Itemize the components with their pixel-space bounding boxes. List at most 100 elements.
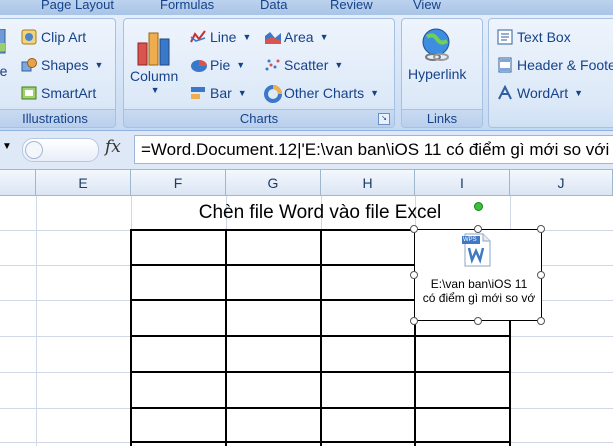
chevron-down-icon: ▼: [319, 32, 329, 42]
column-header-j[interactable]: J: [510, 170, 613, 196]
hyperlink-label: Hyperlink: [408, 66, 467, 82]
text-box-icon: [497, 29, 513, 45]
charts-group-label: Charts: [124, 109, 394, 127]
tab-view[interactable]: View: [413, 0, 441, 12]
column-label: Column: [130, 68, 179, 84]
header-footer-button[interactable]: Header & Footer: [497, 57, 613, 73]
embedded-object-caption: E:\van ban\iOS 11 có điểm gì mới so vớ: [412, 277, 546, 305]
tab-page-layout[interactable]: Page Layout: [41, 0, 114, 12]
text-box-button[interactable]: Text Box: [497, 29, 571, 45]
resize-handle-s[interactable]: [474, 317, 482, 325]
slider-knob[interactable]: [25, 141, 43, 159]
wordart-button[interactable]: WordArt ▼: [497, 84, 584, 101]
text-box-label: Text Box: [517, 29, 571, 45]
shapes-button[interactable]: Shapes ▼: [21, 57, 103, 73]
ribbon-tabs: Page Layout Formulas Data Review View: [0, 0, 613, 15]
charts-dialog-launcher-icon[interactable]: ↘: [378, 113, 390, 125]
name-box-dropdown-icon[interactable]: ▼: [2, 141, 12, 152]
pie-label: Pie: [210, 57, 231, 73]
line-label: Line: [210, 29, 237, 45]
table-border: [225, 229, 227, 446]
charts-group: Column ▼ Line ▼ Pie ▼ Bar ▼ Area ▼ Scatt…: [123, 18, 395, 128]
chevron-down-icon: ▼: [242, 32, 252, 42]
insert-function-icon[interactable]: fx: [105, 137, 121, 157]
caption-line-2: có điểm gì mới so vớ: [422, 291, 536, 305]
column-header-i[interactable]: I: [415, 170, 510, 196]
text-group: Text Box Header & Footer WordArt ▼: [488, 18, 613, 128]
select-all-corner[interactable]: [0, 170, 36, 196]
resize-handle-e[interactable]: [537, 271, 545, 279]
sheet-title[interactable]: Chèn file Word vào file Excel: [140, 198, 500, 228]
wordart-label: WordArt: [517, 85, 569, 101]
area-chart-icon: [264, 29, 281, 45]
area-label: Area: [284, 29, 314, 45]
illustrations-group: re Clip Art Shapes ▼ SmartArt Illustrati…: [0, 18, 116, 128]
hyperlink-globe-icon: [419, 27, 455, 63]
scatter-chart-icon: [264, 57, 280, 73]
smartart-label: SmartArt: [41, 85, 97, 101]
pie-chart-button[interactable]: Pie ▼: [190, 57, 245, 73]
chevron-down-icon: ▼: [237, 88, 247, 98]
resize-handle-n[interactable]: [474, 225, 482, 233]
icon-badge-text: WPS: [463, 237, 477, 243]
column-header-h[interactable]: H: [321, 170, 415, 196]
bar-chart-button[interactable]: Bar ▼: [190, 85, 247, 101]
chevron-down-icon: ▼: [94, 60, 104, 70]
chevron-down-icon: ▼: [150, 85, 160, 95]
wordart-icon: [497, 84, 513, 101]
column-chart-button[interactable]: Column ▼: [130, 27, 178, 95]
shapes-label: Shapes: [41, 57, 89, 73]
illustrations-group-label: Illustrations: [0, 109, 115, 127]
formula-bar: ▼ fx =Word.Document.12|'E:\van ban\iOS 1…: [0, 131, 613, 170]
tab-review[interactable]: Review: [330, 0, 373, 12]
caption-line-1: E:\van ban\iOS 11: [430, 277, 528, 291]
line-chart-button[interactable]: Line ▼: [190, 29, 251, 45]
chevron-down-icon: ▼: [370, 88, 380, 98]
scatter-chart-button[interactable]: Scatter ▼: [264, 57, 343, 73]
column-header-f[interactable]: F: [131, 170, 226, 196]
other-charts-button[interactable]: Other Charts ▼: [264, 85, 380, 103]
table-border: [320, 229, 322, 446]
chevron-down-icon: ▼: [574, 88, 584, 98]
links-group-label: Links: [402, 109, 482, 127]
bar-chart-icon: [190, 85, 206, 101]
column-chart-icon: [134, 27, 174, 67]
formula-bar-resize-slider[interactable]: [22, 138, 99, 162]
ribbon: re Clip Art Shapes ▼ SmartArt Illustrati…: [0, 15, 613, 131]
shapes-icon: [21, 57, 37, 73]
area-chart-button[interactable]: Area ▼: [264, 29, 329, 45]
picture-button[interactable]: re: [0, 28, 8, 79]
header-footer-icon: [497, 57, 513, 73]
resize-handle-w[interactable]: [410, 271, 418, 279]
formula-input[interactable]: =Word.Document.12|'E:\van ban\iOS 11 có …: [134, 135, 613, 164]
resize-handle-nw[interactable]: [410, 225, 418, 233]
clip-art-button[interactable]: Clip Art: [21, 29, 86, 45]
word-document-icon: WPS: [462, 233, 492, 267]
resize-handle-sw[interactable]: [410, 317, 418, 325]
pie-chart-icon: [190, 57, 207, 73]
smartart-icon: [21, 85, 37, 101]
bar-label: Bar: [210, 85, 232, 101]
column-header-g[interactable]: G: [226, 170, 321, 196]
chevron-down-icon: ▼: [334, 60, 344, 70]
picture-label: re: [0, 63, 8, 79]
line-chart-icon: [190, 29, 206, 45]
tab-data[interactable]: Data: [260, 0, 287, 12]
column-header-e[interactable]: E: [36, 170, 131, 196]
resize-handle-se[interactable]: [537, 317, 545, 325]
links-group: Hyperlink Links: [401, 18, 483, 128]
picture-icon: [0, 28, 7, 55]
hyperlink-button[interactable]: Hyperlink: [408, 27, 466, 82]
resize-handle-ne[interactable]: [537, 225, 545, 233]
tab-formulas[interactable]: Formulas: [160, 0, 214, 12]
other-charts-label: Other Charts: [284, 85, 365, 101]
scatter-label: Scatter: [284, 57, 329, 73]
rotate-handle[interactable]: [474, 202, 483, 211]
table-border: [130, 229, 132, 446]
header-footer-label: Header & Footer: [517, 57, 613, 73]
smartart-button[interactable]: SmartArt: [21, 85, 96, 101]
clip-art-icon: [21, 29, 37, 45]
doughnut-chart-icon: [264, 85, 282, 103]
chevron-down-icon: ▼: [236, 60, 246, 70]
clip-art-label: Clip Art: [41, 29, 87, 45]
